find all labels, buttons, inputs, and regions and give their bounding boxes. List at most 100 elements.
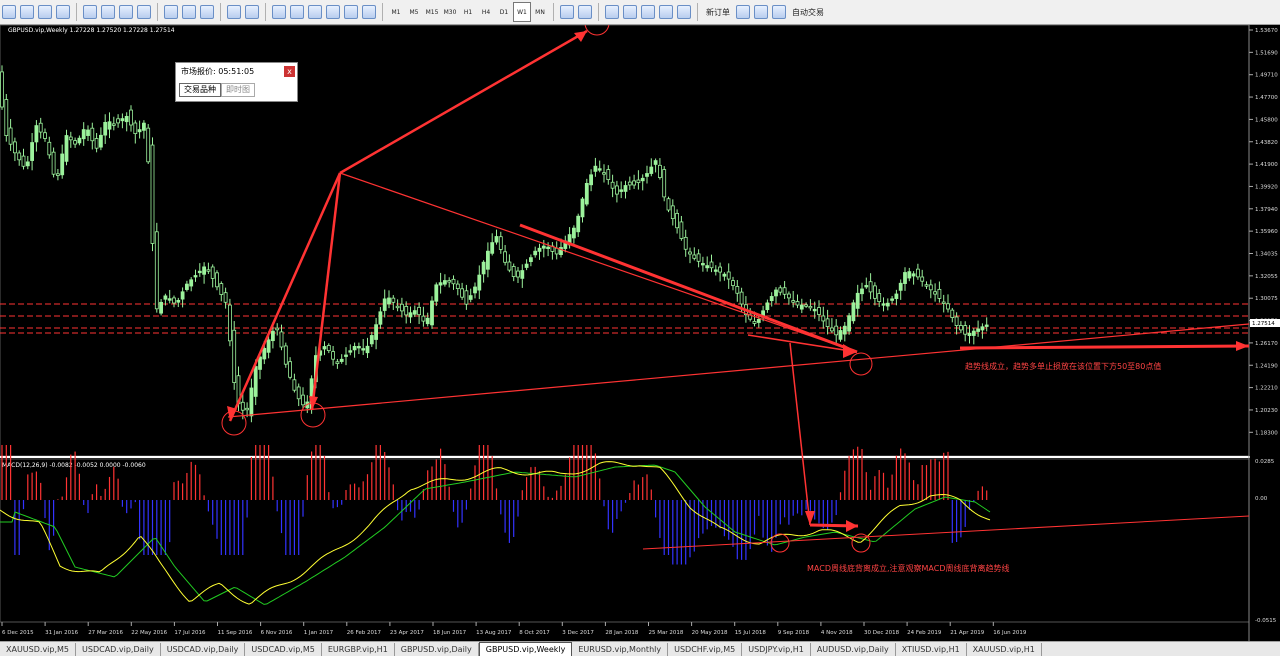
date-tick-label: 6 Dec 2015 xyxy=(2,630,34,636)
chart-area[interactable]: 1.53670 1.51690 1.49710 1.47700 1.45800 1.438… xyxy=(0,25,1280,641)
signals-icon[interactable] xyxy=(734,2,752,22)
timeframe-d1[interactable]: D1 xyxy=(495,2,513,22)
crosshair2-icon[interactable] xyxy=(621,2,639,22)
chart-tab[interactable]: XAUUSD.vip,H1 xyxy=(967,642,1042,656)
market-watch-window[interactable]: 市场报价: 05:51:05 x 交易品种 即时图 xyxy=(175,62,298,102)
date-tick-label: 13 Aug 2017 xyxy=(476,630,512,636)
line-chart-icon[interactable] xyxy=(54,2,72,22)
arrow-line-9 xyxy=(959,344,1250,350)
chart-tab[interactable]: USDJPY.vip,H1 xyxy=(742,642,811,656)
date-tick-label: 28 Jan 2018 xyxy=(605,630,638,636)
macd-tick-label: 0.00 xyxy=(1255,496,1268,502)
price-tick-label: 1.32055 xyxy=(1255,274,1278,280)
cursor-icon[interactable] xyxy=(225,2,243,22)
horizontal-line-icon[interactable] xyxy=(270,2,288,22)
date-tick-label: 18 Jun 2017 xyxy=(433,630,467,636)
templates-icon[interactable] xyxy=(198,2,216,22)
tab-ticks[interactable]: 即时图 xyxy=(221,83,255,97)
date-axis: 6 Dec 2015 31 Jan 2016 27 Mar 2016 22 May 2… xyxy=(1,622,1027,636)
date-tick-label: 16 Jun 2019 xyxy=(993,630,1027,636)
vps-icon[interactable] xyxy=(770,2,788,22)
new-order-button[interactable]: 新订单 xyxy=(702,2,734,22)
chart-tab[interactable]: EURGBP.vip,H1 xyxy=(322,642,395,656)
date-tick-label: 22 May 2016 xyxy=(131,630,167,636)
date-tick-label: 6 Nov 2016 xyxy=(261,630,293,636)
market-icon[interactable] xyxy=(752,2,770,22)
crosshair-icon[interactable] xyxy=(243,2,261,22)
date-tick-label: 26 Feb 2017 xyxy=(347,630,382,636)
price-axis: 1.53670 1.51690 1.49710 1.47700 1.45800 1.438… xyxy=(1249,28,1278,436)
label-icon[interactable] xyxy=(342,2,360,22)
toolbar: M1 M5 M15 M30 H1 H4 D1 W1 MN 新订单 自动交易 xyxy=(0,0,1280,25)
chart-tab[interactable]: GBPUSD.vip,Weekly xyxy=(478,642,573,656)
date-tick-label: 15 Jul 2018 xyxy=(735,630,767,636)
add-indicator-icon[interactable] xyxy=(558,2,576,22)
chart-tab[interactable]: USDCAD.vip,Daily xyxy=(161,642,246,656)
price-tick-label: 1.35960 xyxy=(1255,229,1278,235)
date-tick-label: 31 Jan 2016 xyxy=(45,630,78,636)
macd-tick-label: 0.0285 xyxy=(1255,459,1275,465)
arrows-icon[interactable] xyxy=(360,2,378,22)
annotation-trendline: 趋势线成立，趋势多单止损放在该位置下方50至80点值 xyxy=(965,361,1161,371)
chart-tab[interactable]: USDCAD.vip,M5 xyxy=(245,642,322,656)
chart-tab[interactable]: EURUSD.vip,Monthly xyxy=(572,642,669,656)
chart-tab[interactable]: USDCAD.vip,Daily xyxy=(76,642,161,656)
navigator-icon[interactable] xyxy=(603,2,621,22)
date-tick-label: 8 Oct 2017 xyxy=(519,630,550,636)
candle-chart-icon[interactable] xyxy=(36,2,54,22)
timeframe-m30[interactable]: M30 xyxy=(441,2,459,22)
macd-axis: 0.0285 0.00 -0.0515 xyxy=(1255,459,1277,624)
chart-tabs: XAUUSD.vip,M5 USDCAD.vip,Daily USDCAD.vip,… xyxy=(0,641,1280,656)
date-tick-label: 21 Apr 2019 xyxy=(950,630,985,636)
macd-title: MACD(12,26,9) -0.0082 -0.0052 0.0000 -0.… xyxy=(2,462,146,469)
timeframe-h1[interactable]: H1 xyxy=(459,2,477,22)
periods-icon[interactable] xyxy=(180,2,198,22)
price-tick-label: 1.20230 xyxy=(1255,408,1278,414)
date-tick-label: 20 May 2018 xyxy=(692,630,728,636)
date-tick-label: 17 Jul 2016 xyxy=(174,630,206,636)
terminal-icon[interactable] xyxy=(675,2,693,22)
chart-tab[interactable]: XAUUSD.vip,M5 xyxy=(0,642,77,656)
bar-chart-icon[interactable] xyxy=(18,2,36,22)
timeframe-m1[interactable]: M1 xyxy=(387,2,405,22)
timeframe-m5[interactable]: M5 xyxy=(405,2,423,22)
price-tick-label: 1.53670 xyxy=(1255,28,1278,34)
timeframe-h4[interactable]: H4 xyxy=(477,2,495,22)
windows-icon[interactable] xyxy=(576,2,594,22)
zoom-out-icon[interactable] xyxy=(99,2,117,22)
tile-windows-icon[interactable] xyxy=(117,2,135,22)
price-tick-label: 1.26170 xyxy=(1255,341,1278,347)
price-tick-label: 1.49710 xyxy=(1255,73,1278,79)
price-tick-label: 1.45800 xyxy=(1255,117,1278,123)
indicators-icon[interactable] xyxy=(162,2,180,22)
auto-trading-button[interactable]: 自动交易 xyxy=(788,2,828,22)
tab-symbols[interactable]: 交易品种 xyxy=(179,83,221,97)
timeframe-w1[interactable]: W1 xyxy=(513,2,531,22)
channel-icon[interactable] xyxy=(306,2,324,22)
chart-title: GBPUSD.vip,Weekly 1.27228 1.27520 1.2722… xyxy=(8,27,175,34)
timeframe-mn[interactable]: MN xyxy=(531,2,549,22)
close-icon[interactable]: x xyxy=(284,66,295,77)
price-tick-label: 1.41900 xyxy=(1255,162,1278,168)
date-tick-label: 27 Mar 2016 xyxy=(88,630,123,636)
zoom-in-icon[interactable] xyxy=(81,2,99,22)
price-tick-label: 1.22210 xyxy=(1255,386,1278,392)
chart-shift-icon[interactable] xyxy=(135,2,153,22)
trendline-icon[interactable] xyxy=(288,2,306,22)
chart-tab[interactable]: AUDUSD.vip,Daily xyxy=(811,642,896,656)
price-tick-label: 1.18300 xyxy=(1255,430,1278,436)
text-icon[interactable] xyxy=(324,2,342,22)
price-tick-label: 1.34035 xyxy=(1255,252,1278,258)
chart-tab[interactable]: GBPUSD.vip,Daily xyxy=(395,642,479,656)
market-watch-icon[interactable] xyxy=(657,2,675,22)
chart-tab[interactable]: XTIUSD.vip,H1 xyxy=(896,642,967,656)
new-chart-icon[interactable] xyxy=(0,2,18,22)
timeframe-bar: M1 M5 M15 M30 H1 H4 D1 W1 MN xyxy=(387,2,549,22)
date-tick-label: 1 Jan 2017 xyxy=(304,630,334,636)
folder-icon[interactable] xyxy=(639,2,657,22)
chart-tab[interactable]: USDCHF.vip,M5 xyxy=(668,642,743,656)
annotation-macd: MACD周线底背离成立,注意观察MACD周线底背离趋势线 xyxy=(807,563,1010,573)
macd-tick-label: -0.0515 xyxy=(1255,618,1277,624)
timeframe-m15[interactable]: M15 xyxy=(423,2,441,22)
date-tick-label: 23 Apr 2017 xyxy=(390,630,425,636)
